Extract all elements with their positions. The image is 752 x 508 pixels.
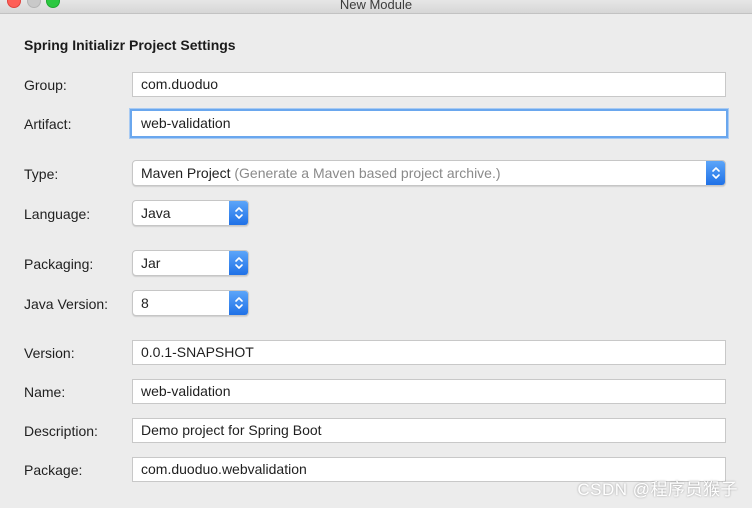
artifact-field[interactable]: web-validation — [130, 109, 728, 138]
java-version-select[interactable]: 8 — [132, 290, 249, 316]
name-label: Name: — [24, 384, 66, 400]
packaging-select[interactable]: Jar — [132, 250, 249, 276]
language-label: Language: — [24, 206, 91, 222]
type-label: Type: — [24, 166, 59, 182]
language-select[interactable]: Java — [132, 200, 249, 226]
type-select[interactable]: Maven Project (Generate a Maven based pr… — [132, 160, 726, 186]
packaging-label: Packaging: — [24, 256, 94, 272]
language-select-value: Java — [141, 205, 171, 221]
package-label: Package: — [24, 462, 83, 478]
group-label: Group: — [24, 77, 67, 93]
up-down-chevron-icon[interactable] — [229, 291, 248, 315]
description-label: Description: — [24, 423, 98, 439]
window-titlebar: New Module — [0, 0, 752, 14]
type-select-hint: (Generate a Maven based project archive.… — [234, 165, 501, 181]
up-down-chevron-icon[interactable] — [229, 201, 248, 225]
java-version-select-value: 8 — [141, 295, 149, 311]
up-down-chevron-icon[interactable] — [706, 161, 725, 185]
version-field[interactable]: 0.0.1-SNAPSHOT — [132, 340, 726, 365]
packaging-select-value: Jar — [141, 255, 161, 271]
window-title: New Module — [339, 0, 413, 12]
up-down-chevron-icon[interactable] — [229, 251, 248, 275]
watermark: CSDN @程序员猴子 — [577, 480, 738, 499]
java-version-label: Java Version: — [24, 296, 109, 312]
group-field[interactable]: com.duoduo — [132, 72, 726, 97]
description-field[interactable]: Demo project for Spring Boot — [132, 418, 726, 443]
section-title: Spring Initializr Project Settings — [24, 37, 236, 53]
type-select-value: Maven Project — [141, 165, 231, 181]
name-field[interactable]: web-validation — [132, 379, 726, 404]
artifact-label: Artifact: — [24, 116, 72, 132]
version-label: Version: — [24, 345, 75, 361]
